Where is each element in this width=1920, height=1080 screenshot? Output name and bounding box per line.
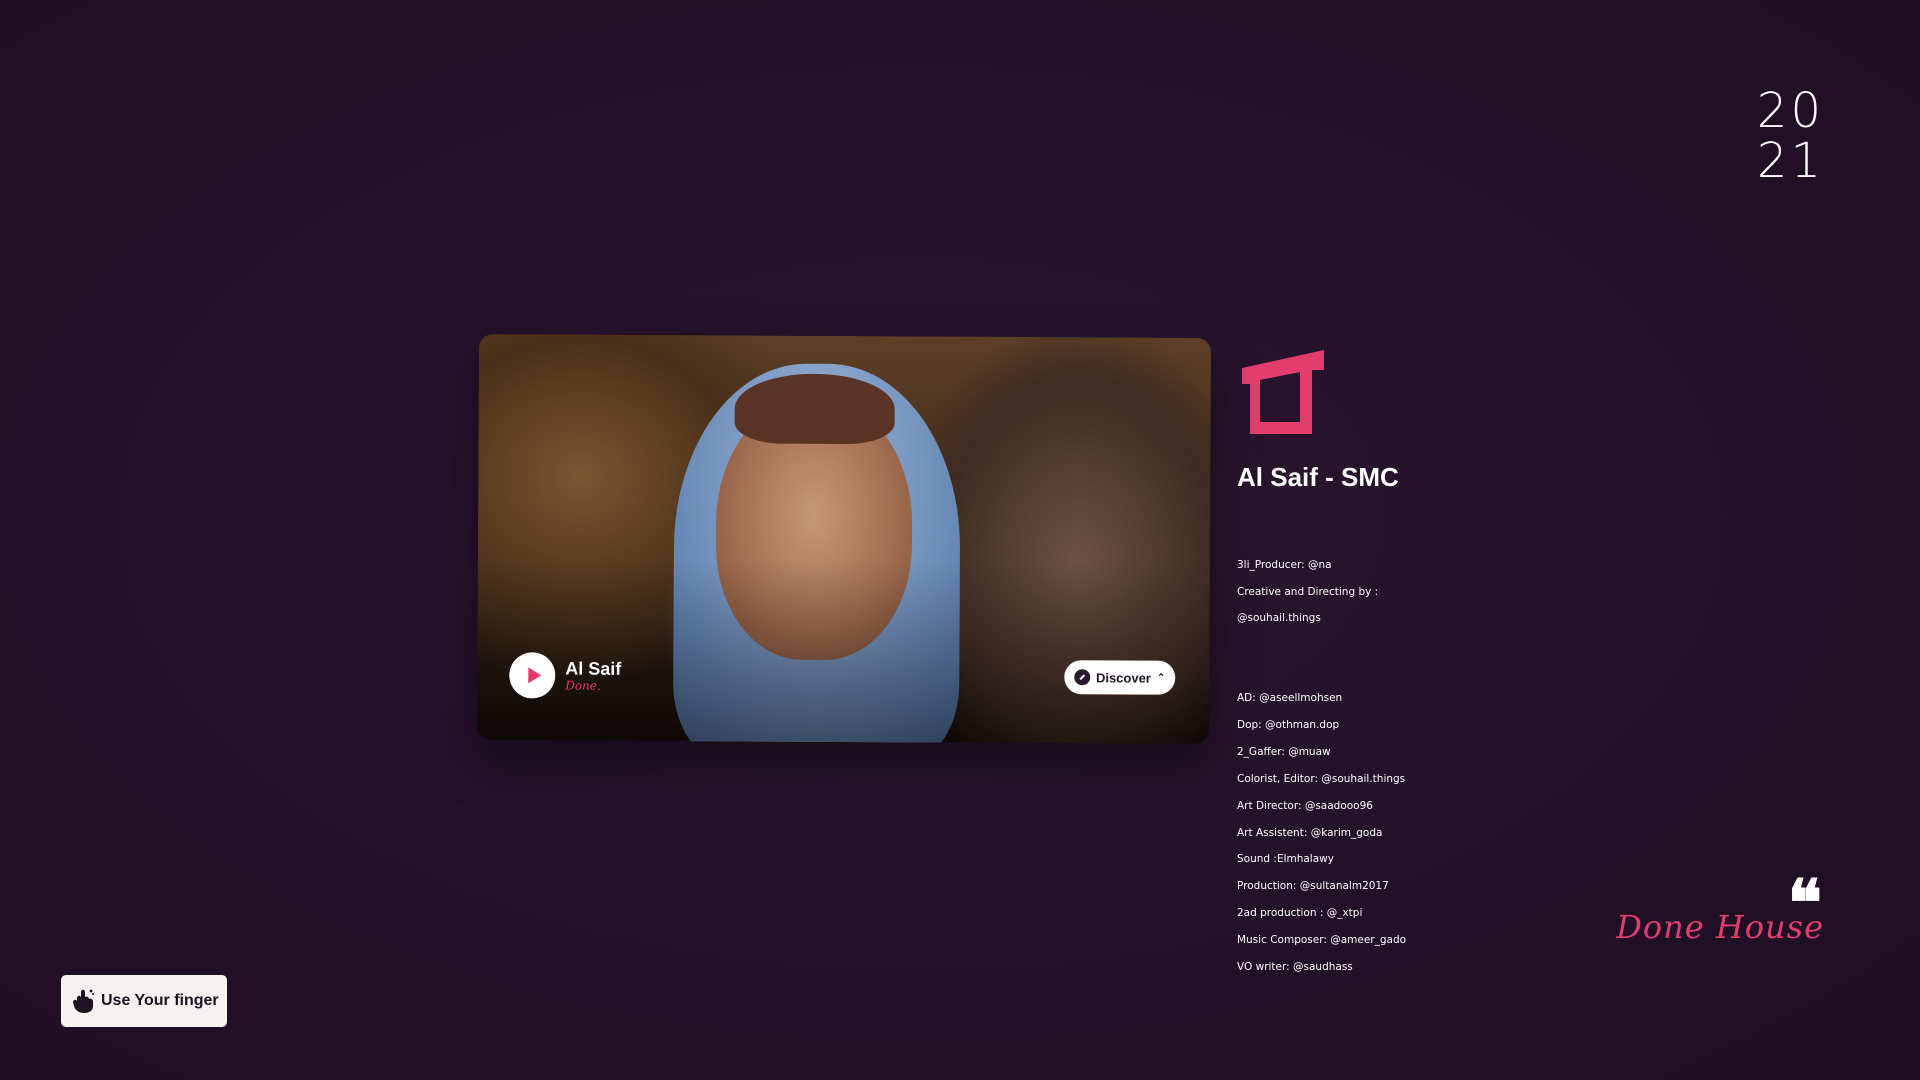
credit-line: Dop: @othman.dop bbox=[1237, 719, 1340, 732]
credit-line: AD: @aseellmohsen bbox=[1237, 692, 1343, 705]
credit-line: @souhail.things bbox=[1237, 612, 1321, 625]
use-finger-hint[interactable]: Use Your finger bbox=[61, 975, 227, 1027]
year-line-2: 21 bbox=[1756, 133, 1824, 189]
video-title: Al Saif bbox=[565, 658, 622, 679]
credit-line: 2ad production : @_xtpi bbox=[1237, 906, 1363, 919]
credits-group-2: AD: @aseellmohsen Dop: @othman.dop 2_Gaf… bbox=[1237, 679, 1457, 987]
hand-pointer-icon bbox=[73, 989, 94, 1013]
hint-label: Use Your finger bbox=[101, 992, 219, 1009]
discover-button[interactable]: Discover ⌃ bbox=[1063, 660, 1176, 695]
year-line-1: 20 bbox=[1756, 83, 1824, 139]
credit-line: VO writer: @saudhass bbox=[1237, 960, 1353, 973]
credits-block: 3li_Producer: @na Creative and Directing… bbox=[1237, 532, 1457, 1001]
year-display: 20 21 bbox=[1757, 86, 1824, 186]
credit-line: Creative and Directing by : bbox=[1237, 585, 1379, 598]
credit-line: 2_Gaffer: @muaw bbox=[1237, 746, 1331, 759]
credit-line: Art Director: @saadooo96 bbox=[1237, 799, 1373, 812]
credit-line: Music Composer: @ameer_gado bbox=[1237, 933, 1407, 946]
video-subtitle: Done. bbox=[565, 678, 601, 693]
page-stage: 20 21 Al Saif Done. Discover ⌃ Al Saif -… bbox=[0, 0, 1920, 1080]
credit-line: Colorist, Editor: @souhail.things bbox=[1237, 772, 1406, 785]
chevron-up-icon: ⌃ bbox=[1156, 672, 1166, 684]
play-icon bbox=[527, 667, 541, 684]
credit-line: 3li_Producer: @na bbox=[1237, 558, 1332, 571]
compass-icon bbox=[1073, 669, 1091, 686]
credits-group-1: 3li_Producer: @na Creative and Directing… bbox=[1237, 545, 1457, 639]
play-button[interactable] bbox=[509, 652, 556, 699]
done-logo-icon bbox=[1242, 350, 1324, 434]
discover-label: Discover bbox=[1095, 669, 1151, 686]
brand-signature: Done House bbox=[1616, 908, 1824, 946]
credits-spacer bbox=[1237, 653, 1457, 666]
project-title: Al Saif - SMC bbox=[1237, 462, 1399, 492]
credit-line: Production: @sultanalm2017 bbox=[1237, 880, 1389, 893]
credit-line: Art Assistent: @karim_goda bbox=[1237, 826, 1383, 839]
video-card[interactable]: Al Saif Done. Discover ⌃ bbox=[476, 334, 1212, 744]
credit-line: Sound :Elmhalawy bbox=[1237, 853, 1334, 866]
